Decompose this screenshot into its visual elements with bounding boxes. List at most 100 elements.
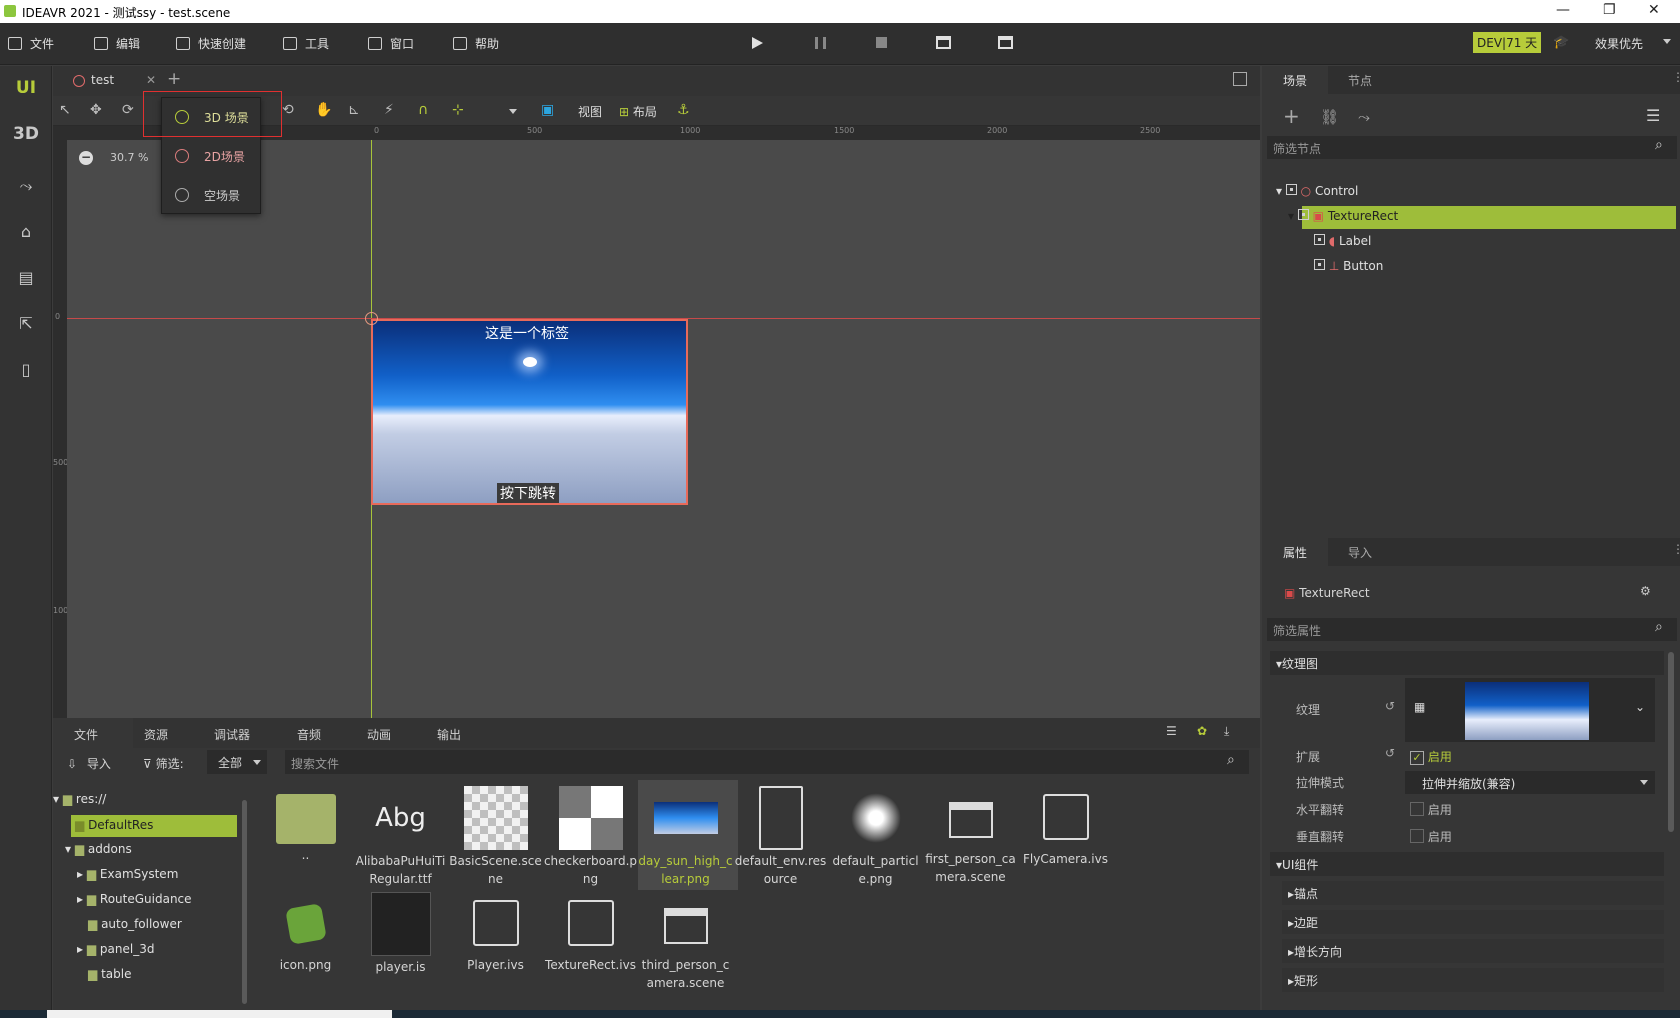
taskbar-search[interactable] [47, 1010, 392, 1018]
rotate-pivot-icon[interactable]: ⟲ [282, 102, 294, 118]
document-icon[interactable]: ▯ [0, 360, 52, 379]
texture-rect[interactable]: 这是一个标签 按下跳转 [371, 319, 688, 505]
flip-v-checkbox[interactable]: 启用 [1410, 828, 1452, 845]
expand-checkbox[interactable]: ✓ 启用 [1410, 748, 1452, 765]
stop-button[interactable] [876, 37, 887, 48]
property-filter-input[interactable]: 筛选属性 ⌕ [1267, 618, 1677, 641]
node-filter-input[interactable]: 筛选节点 ⌕ [1267, 136, 1677, 159]
stretch-mode-select[interactable]: 拉伸并缩放(兼容) [1405, 771, 1655, 794]
visibility-toggle[interactable] [1314, 234, 1325, 245]
quality-select[interactable]: 效果优先 [1595, 35, 1643, 52]
3d-mode-button[interactable]: 3D [0, 124, 52, 144]
menu-window[interactable]: 窗口 [368, 35, 414, 52]
menu-help[interactable]: 帮助 [453, 35, 499, 52]
restore-button[interactable]: ❐ [1603, 2, 1616, 18]
file-search-input[interactable]: 搜索文件 ⌕ [285, 750, 1249, 774]
reset-icon[interactable]: ↺ [1385, 699, 1395, 713]
snap-grid-icon[interactable]: ⊹ [452, 102, 464, 118]
file-item-player-is[interactable]: player.is [353, 892, 448, 976]
filter-select[interactable]: 全部 [207, 750, 267, 774]
panel-menu-icon[interactable]: ⋮ [1672, 70, 1680, 84]
dropdown-item-2d-scene[interactable]: 2D场景 [162, 137, 262, 175]
chevron-down-icon[interactable]: ⌄ [1635, 700, 1645, 714]
group-grow-direction[interactable]: ▸增长方向 [1282, 939, 1664, 963]
tree-item-res[interactable]: ▾ ▆ res:// [53, 792, 106, 806]
view-menu[interactable]: 视图 [578, 103, 602, 120]
file-item-basicscene[interactable]: BasicScene.scene [448, 786, 543, 888]
store-icon[interactable]: ⌂ [0, 222, 52, 241]
scene-viewport[interactable]: − 30.7 % 这是一个标签 按下跳转 [67, 140, 1260, 718]
settings-sliders-icon[interactable]: ⚙ [1640, 584, 1651, 598]
close-tab-icon[interactable]: ✕ [146, 73, 156, 87]
menu-file[interactable]: 文件 [8, 35, 54, 52]
graduation-cap-icon[interactable]: 🎓 [1553, 35, 1569, 50]
bone-tool-icon[interactable]: ⚡ [384, 102, 394, 118]
texture-picker[interactable]: ▦ ⌄ [1405, 678, 1655, 742]
scene-node-control[interactable]: ▾ ○ Control [1276, 184, 1358, 198]
play-button[interactable] [752, 37, 763, 49]
node-graph-icon[interactable]: ⤳ [0, 176, 52, 196]
rotate-tool-icon[interactable]: ⟳ [122, 102, 134, 118]
file-item-first-person-camera[interactable]: first_person_camera.scene [923, 786, 1018, 886]
anchor-icon[interactable]: ⚓ [677, 102, 690, 118]
file-item-third-person-camera[interactable]: third_person_camera.scene [638, 892, 733, 992]
menu-tools[interactable]: 工具 [283, 35, 329, 52]
tab-output[interactable]: 输出 [437, 726, 461, 743]
close-button[interactable]: ✕ [1648, 2, 1660, 18]
pan-tool-icon[interactable]: ✋ [315, 102, 332, 118]
section-ui-component[interactable]: ▾UI组件 [1270, 852, 1664, 876]
tab-audio[interactable]: 音频 [297, 726, 321, 743]
move-tool-icon[interactable]: ✥ [90, 102, 102, 118]
group-anchor[interactable]: ▸锚点 [1282, 881, 1664, 905]
file-item-default-particle[interactable]: default_particle.png [828, 786, 923, 888]
group-rect[interactable]: ▸矩形 [1282, 968, 1664, 992]
minimize-button[interactable]: — [1556, 2, 1570, 18]
tree-item-panel-3d[interactable]: ▸ ▆ panel_3d [77, 942, 154, 956]
grid-view-icon[interactable]: ✿ [1197, 724, 1207, 738]
add-node-icon[interactable]: + [1283, 104, 1300, 128]
tab-debugger[interactable]: 调试器 [214, 726, 250, 743]
tree-item-auto-follower[interactable]: ▆ auto_follower [88, 917, 182, 931]
dev-badge[interactable]: DEV|71 天 [1473, 32, 1542, 53]
file-item-parent[interactable]: .. [258, 786, 353, 864]
panel-menu-icon[interactable]: ⋮ [1672, 542, 1680, 556]
tab-node[interactable]: 节点 [1348, 72, 1372, 89]
file-item-icon[interactable]: icon.png [258, 892, 353, 974]
menu-quick-create[interactable]: 快速创建 [176, 35, 246, 52]
tree-item-defaultres[interactable]: ▆ DefaultRes [75, 818, 153, 832]
visibility-toggle[interactable] [1297, 209, 1309, 220]
snap-magnet-icon[interactable]: ∩ [418, 102, 428, 118]
tab-import[interactable]: 导入 [1348, 544, 1372, 561]
scene-custom-run-button[interactable] [998, 36, 1013, 49]
tab-animation[interactable]: 动画 [367, 726, 391, 743]
tree-scrollbar[interactable] [242, 800, 247, 1004]
instance-scene-icon[interactable]: ⤳ [1358, 108, 1370, 126]
zoom-out-button[interactable]: − [79, 151, 93, 165]
file-item-day-sun[interactable]: day_sun_high_clear.png [638, 786, 733, 888]
dropdown-item-empty-scene[interactable]: 空场景 [162, 176, 262, 214]
tree-item-table[interactable]: ▆ table [88, 967, 131, 981]
ruler-tool-icon[interactable]: ⊾ [348, 102, 360, 118]
list-menu-icon[interactable]: ☰ [1646, 106, 1660, 125]
download-icon[interactable]: ⤓ [1224, 724, 1229, 739]
fullscreen-icon[interactable] [1233, 72, 1247, 86]
inspector-scrollbar[interactable] [1668, 652, 1674, 832]
flip-h-checkbox[interactable]: 启用 [1410, 801, 1452, 818]
ui-mode-button[interactable]: UI [0, 78, 52, 98]
file-item-player-ivs[interactable]: Player.ivs [448, 892, 543, 974]
tab-scene[interactable]: 场景 [1283, 72, 1307, 89]
tab-resources[interactable]: 资源 [144, 726, 168, 743]
camera-icon[interactable]: ▣ [541, 102, 554, 118]
file-item-font[interactable]: Abg AlibabaPuHuiTiRegular.ttf [353, 786, 448, 888]
export-icon[interactable]: ⇱ [0, 314, 52, 333]
canvas-button[interactable]: 按下跳转 [497, 483, 559, 503]
tree-item-examsystem[interactable]: ▸ ▆ ExamSystem [77, 867, 178, 881]
group-margin[interactable]: ▸边距 [1282, 910, 1664, 934]
file-item-default-env[interactable]: default_env.resource [733, 786, 828, 888]
pause-button[interactable] [815, 37, 826, 49]
import-button[interactable]: ⇩ 导入 [67, 755, 111, 772]
canvas-label[interactable]: 这是一个标签 [485, 323, 569, 343]
device-settings-icon[interactable]: ▤ [0, 268, 52, 287]
tab-files[interactable]: 文件 [74, 726, 98, 743]
section-texture[interactable]: ▾纹理图 [1270, 651, 1664, 675]
